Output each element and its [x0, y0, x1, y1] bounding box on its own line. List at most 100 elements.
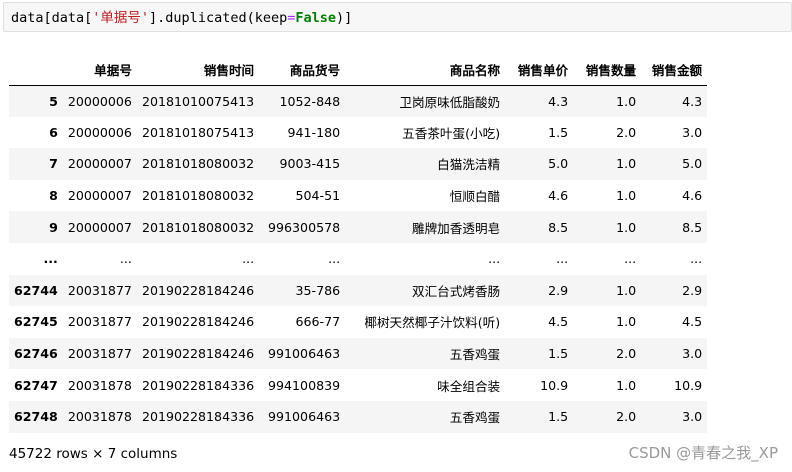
table-cell: 20031877: [67, 282, 132, 298]
table-cell: ...: [690, 251, 703, 267]
code-token: data[data[: [11, 10, 93, 26]
code-line[interactable]: data[data['单据号'].duplicated(keep=False)]: [11, 8, 352, 28]
table-cell: ...: [488, 251, 501, 267]
table-cell: 椰树天然椰子汁饮料(听): [364, 315, 501, 331]
table-cell: 1.5: [548, 346, 569, 362]
table-cell: 996300578: [268, 219, 341, 235]
row-index: 62744: [14, 282, 58, 298]
table-row: 9 20000007 20181018080032 996300578 雕牌加香透明皂 8…: [9, 211, 708, 243]
table-cell: 10.9: [540, 377, 569, 393]
table-cell: 20181018080032: [141, 188, 255, 204]
table-cell: 4.5: [682, 314, 703, 330]
column-header: 商品名称: [345, 54, 506, 86]
table-cell: 35-786: [295, 282, 341, 298]
table-cell: 20000007: [67, 219, 132, 235]
table-cell: 991006463: [268, 346, 341, 362]
table-cell: 20190228184336: [141, 409, 255, 425]
column-header: 单据号: [62, 54, 137, 86]
table-cell: 五香茶叶蛋(小吃): [402, 125, 501, 141]
row-index: ...: [43, 251, 58, 267]
header-row: 单据号 销售时间 商品货号 商品名称 销售单价 销售数量 销售金额: [9, 54, 708, 86]
table-cell: 9003-415: [279, 156, 341, 172]
dataframe-shape-summary: 45722 rows × 7 columns: [9, 446, 178, 462]
table-cell: 20181010075413: [141, 93, 255, 109]
table-header: 单据号 销售时间 商品货号 商品名称 销售单价 销售数量 销售金额: [9, 54, 708, 86]
table-cell: 1.0: [616, 377, 637, 393]
index-header: [9, 54, 63, 86]
code-cell[interactable]: data[data['单据号'].duplicated(keep=False)]: [3, 2, 792, 32]
column-header: 销售数量: [573, 54, 642, 86]
code-token: ].duplicated(keep: [149, 10, 288, 26]
table-cell: 卫岗原味低脂酸奶: [399, 94, 501, 110]
table-cell: 双汇台式烤香肠: [411, 283, 501, 299]
table-cell: 白猫洗洁精: [437, 157, 501, 173]
row-index: 8: [49, 188, 58, 204]
row-index: 9: [49, 219, 58, 235]
table-cell: 20031878: [67, 409, 132, 425]
table-row: 62746 20031877 20190228184246 991006463 五香鸡蛋…: [9, 337, 708, 370]
table-cell: 1.0: [616, 219, 637, 235]
table-cell: 1.0: [616, 93, 637, 109]
table-row: 62747 20031878 20190228184336 994100839 味全组合…: [9, 369, 708, 401]
table-cell: 20031877: [67, 314, 132, 330]
row-index: 6: [49, 124, 58, 140]
table-cell: 20190228184336: [141, 377, 255, 393]
table-row: 62744 20031877 20190228184246 35-786 双汇台式烤香肠…: [9, 274, 708, 307]
watermark: CSDN @青春之我_XP: [628, 444, 778, 462]
table-cell: ...: [556, 251, 569, 267]
table-cell: 20190228184246: [141, 346, 255, 362]
column-header: 销售单价: [505, 54, 574, 86]
table-cell: 味全组合装: [437, 378, 501, 394]
table-cell: 五香鸡蛋: [449, 410, 501, 426]
table-row: ........................: [9, 242, 708, 275]
column-header: 销售金额: [641, 54, 708, 86]
table-cell: 941-180: [287, 124, 341, 140]
table-cell: 20181018080032: [141, 156, 255, 172]
table-cell: 20000007: [67, 156, 132, 172]
table-cell: 20181018075413: [141, 124, 255, 140]
table-cell: 1.5: [548, 124, 569, 140]
table-cell: 20031877: [67, 346, 132, 362]
table-cell: 1.0: [616, 282, 637, 298]
table-cell: ...: [119, 251, 132, 267]
table-cell: 20000007: [67, 188, 132, 204]
table-row: 6 20000006 20181018075413 941-180 五香茶叶蛋(小吃) 1…: [9, 116, 708, 149]
row-index: 7: [49, 156, 58, 172]
table-cell: 雕牌加香透明皂: [411, 220, 501, 236]
table-cell: 2.0: [616, 124, 637, 140]
table-cell: 3.0: [682, 124, 703, 140]
table-cell: 4.3: [682, 93, 703, 109]
row-index: 62745: [14, 314, 58, 330]
column-header: 商品货号: [259, 54, 346, 86]
table-cell: 2.0: [616, 346, 637, 362]
table-row: 8 20000007 20181018080032 504-51 恒顺白醋 4.6 1.0 4…: [9, 179, 708, 212]
code-string-token: '单据号': [92, 10, 150, 26]
row-index: 62746: [14, 346, 58, 362]
column-header: 销售时间: [136, 54, 260, 86]
table-cell: 4.3: [548, 93, 569, 109]
table-cell: 4.5: [548, 314, 569, 330]
table-cell: 5.0: [548, 156, 569, 172]
row-index: 62748: [14, 409, 58, 425]
row-index: 62747: [14, 377, 58, 393]
table-cell: 666-77: [295, 314, 341, 330]
table-cell: 991006463: [268, 409, 341, 425]
table-cell: 20000006: [67, 124, 132, 140]
table-cell: 2.9: [682, 282, 703, 298]
table-cell: 8.5: [548, 219, 569, 235]
table-cell: 504-51: [295, 188, 341, 204]
table-cell: ...: [242, 251, 255, 267]
table-row: 62748 20031878 20190228184336 991006463 五香鸡蛋…: [9, 400, 708, 433]
table-cell: ...: [328, 251, 341, 267]
table-cell: 4.6: [548, 188, 569, 204]
table-cell: 1.0: [616, 314, 637, 330]
table-cell: 8.5: [682, 219, 703, 235]
row-index: 5: [49, 93, 58, 109]
table-cell: 10.9: [674, 377, 703, 393]
table-cell: 3.0: [682, 409, 703, 425]
table-cell: 恒顺白醋: [449, 189, 501, 205]
table-cell: 1.0: [616, 188, 637, 204]
dataframe-table: 单据号 销售时间 商品货号 商品名称 销售单价 销售数量 销售金额 5 20000006 201…: [9, 54, 708, 433]
table-row: 7 20000007 20181018080032 9003-415 白猫洗洁精 5.0 1…: [9, 148, 708, 180]
table-cell: ...: [624, 251, 637, 267]
